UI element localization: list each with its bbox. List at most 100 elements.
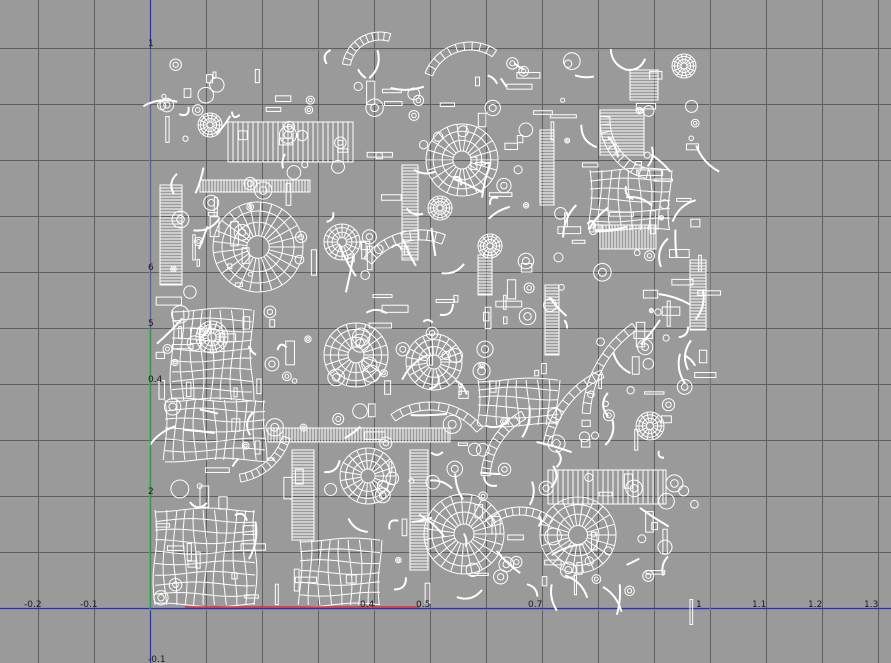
uv-shell-small-ring [502, 419, 507, 424]
uv-shell-small-curve [624, 58, 647, 71]
uv-shell-small-curve [480, 471, 501, 476]
uv-shell-small-ring [408, 109, 420, 121]
uv-shell-small-rect [489, 380, 497, 393]
uv-shell-small-ring [518, 307, 537, 326]
uv-shell-small-ring [480, 345, 490, 354]
uv-layout[interactable] [0, 0, 891, 663]
uv-shell-small-rect [155, 351, 166, 359]
uv-shell-small-rect [375, 152, 383, 160]
uv-shell-small-ring [286, 165, 302, 180]
uv-shell-small-rect [598, 491, 613, 497]
uv-shell-small-ring [305, 95, 315, 105]
uv-shell-small-rect [384, 380, 392, 395]
uv-editor-viewport[interactable]: -0.2 -0.1 0.4 0.5 0.7 1 1.1 1.2 1.3 1 6 5 0.4 2 -0.1 [0, 0, 891, 663]
uv-shell-gear [635, 411, 665, 441]
uv-shell-small-rect [275, 95, 292, 102]
uv-shell-small-ring [517, 252, 535, 270]
uv-shell-small-ring [467, 442, 482, 457]
uv-shell-small-rect [506, 279, 517, 300]
v-tick-label: 6 [148, 263, 154, 273]
uv-shell-small-ring [282, 371, 292, 382]
uv-shell-small-curve [609, 49, 627, 71]
uv-shell-small-curve [422, 318, 434, 324]
uv-shell-arc [480, 410, 527, 477]
uv-shell-small-curve [324, 459, 341, 474]
uv-shell-arc [581, 323, 638, 415]
uv-shell-small-ring [688, 135, 694, 141]
v-tick-label: 5 [148, 319, 154, 329]
uv-shell-strip [539, 129, 555, 206]
uv-shell-small-ring [563, 59, 573, 68]
uv-shell-small-ring [523, 312, 532, 321]
uv-shell-small-ring [172, 61, 179, 68]
uv-shell-small-curve [357, 68, 367, 79]
uv-shell-small-ring [646, 253, 653, 259]
u-tick-label: 0.4 [360, 600, 375, 610]
uv-shell-small-ring [324, 483, 338, 496]
uv-shell-small-rect [477, 112, 487, 128]
uv-shell-gear [427, 195, 453, 221]
uv-shell-small-rect [165, 116, 170, 143]
uv-shell-small-ring [479, 363, 484, 368]
uv-shell-small-ring [197, 86, 215, 104]
uv-shell-small-rect [383, 101, 403, 106]
uv-shell-small-ring [396, 558, 401, 562]
uv-shell-small-ring [661, 398, 676, 412]
uv-shell-small-ring [183, 285, 197, 299]
uv-shell-small-ring [306, 107, 312, 113]
uv-shell-small-ring [593, 576, 599, 582]
uv-shell-small-ring [196, 239, 201, 244]
uv-shell-small-ring [176, 215, 185, 224]
uv-shell-small-rect [662, 528, 668, 555]
uv-shell-small-ring [685, 99, 699, 113]
uv-shell-small-ring [665, 474, 684, 493]
uv-shell-small-curve [184, 428, 216, 434]
uv-shell-small-ring [642, 358, 655, 370]
uv-shell-small-ring [564, 137, 571, 144]
uv-shell-small-curve [482, 476, 498, 487]
uv-shell-small-curve [528, 481, 535, 506]
uv-shell-small-ring [365, 233, 374, 241]
uv-shell-small-rect [206, 74, 214, 84]
uv-shell-small-ring [352, 403, 368, 419]
uv-shell-small-curve [580, 124, 598, 149]
uv-shell-small-ring [637, 534, 647, 544]
uv-shell-small-curve [612, 351, 631, 375]
uv-shell-small-ring [665, 401, 672, 408]
uv-shell-arc [238, 435, 291, 483]
uv-shell-small-rect [367, 403, 376, 418]
uv-shell-small-ring [168, 402, 177, 411]
uv-shell-small-rect [550, 121, 555, 141]
uv-shell-small-ring [584, 472, 594, 482]
uv-shell-small-rect [676, 197, 692, 202]
uv-shell-small-curve [487, 205, 511, 220]
uv-shell-small-curve [393, 577, 408, 591]
uv-shell-small-curve [230, 111, 241, 119]
uv-shell-gear [671, 53, 697, 79]
uv-shell-gear [477, 233, 503, 259]
uv-shell-small-ring [597, 267, 607, 277]
uv-shell-strip [291, 449, 315, 541]
uv-shell-small-ring [170, 479, 190, 499]
uv-shell-small-curve [658, 292, 691, 306]
uv-shell-small-rect [573, 574, 578, 596]
uv-shell-small-ring [626, 386, 635, 395]
uv-shell-small-rect [186, 543, 192, 561]
uv-shell-small-rect [381, 194, 402, 201]
uv-shell-small-ring [680, 383, 689, 391]
uv-shell-small-curve [678, 326, 690, 339]
uv-shell-small-ring [374, 244, 384, 254]
uv-shell-small-ring [418, 139, 429, 150]
uv-shell-small-curve [388, 519, 399, 530]
uv-shell-small-curve [368, 49, 380, 79]
uv-shell-small-ring [442, 414, 462, 434]
uv-shell-small-ring [501, 466, 508, 473]
uv-shell-small-ring [169, 58, 182, 71]
uv-shell-small-rect [185, 381, 192, 398]
uv-shell-small-ring [370, 103, 379, 113]
uv-shell-small-ring [678, 485, 690, 497]
uv-shell-small-curve [694, 289, 705, 320]
uv-shell-small-curve [574, 74, 595, 79]
uv-shell-small-curve [640, 319, 661, 346]
uv-shell-small-ring [305, 337, 310, 342]
